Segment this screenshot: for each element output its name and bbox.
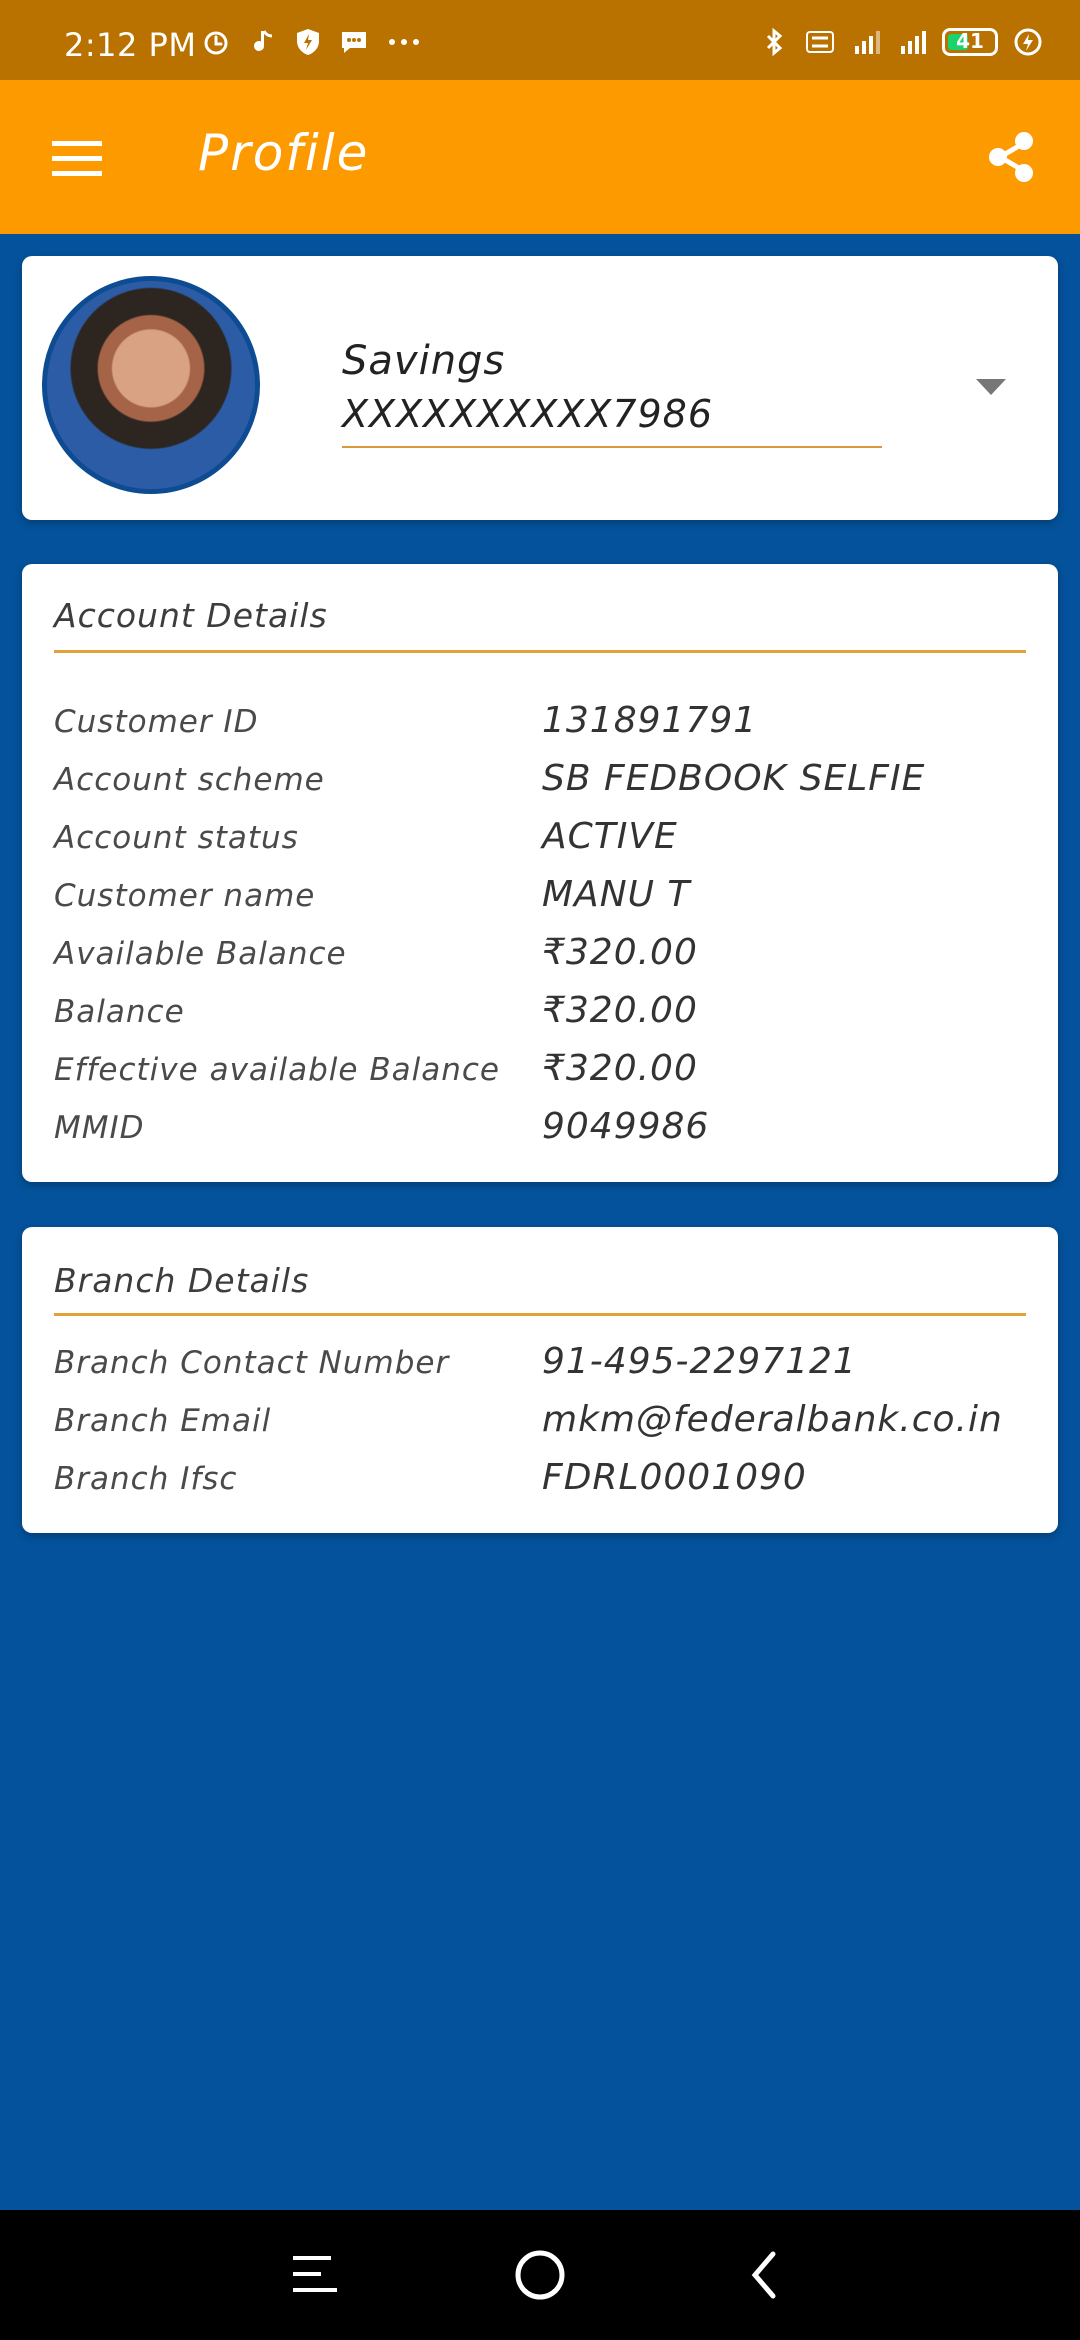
dropdown-arrow-icon — [976, 379, 1006, 395]
app-bar: Profile — [0, 80, 1080, 234]
branch-details-divider — [54, 1313, 1026, 1316]
detail-row-customer-name: Customer name MANU T — [54, 874, 1026, 936]
music-icon — [254, 30, 273, 51]
branch-contact-label: Branch Contact Number — [54, 1345, 450, 1381]
share-icon — [989, 132, 1033, 182]
status-bar: 2:12 PM 41 — [0, 0, 1080, 80]
branch-email-value[interactable]: mkm@federalbank.co.in — [542, 1399, 1003, 1440]
account-number-value[interactable]: XXXXXXXXXX7986 — [342, 392, 713, 436]
battery-text: 41 — [956, 29, 984, 53]
customer-name-label: Customer name — [54, 878, 316, 914]
branch-details-card: Branch Details Branch Contact Number 91-… — [22, 1227, 1058, 1533]
effective-balance-value: ₹320.00 — [542, 1048, 698, 1089]
navigation-bar — [0, 2210, 1080, 2340]
detail-row-customer-id: Customer ID 131891791 — [54, 700, 1026, 762]
branch-ifsc-value: FDRL0001090 — [542, 1457, 807, 1498]
charging-icon — [1014, 28, 1042, 56]
branch-email-label: Branch Email — [54, 1403, 272, 1439]
branch-ifsc-label: Branch Ifsc — [54, 1461, 238, 1497]
shield-icon — [297, 29, 319, 55]
share-button[interactable] — [980, 122, 1044, 192]
status-time: 2:12 PM — [64, 26, 197, 64]
available-balance-value: ₹320.00 — [542, 932, 698, 973]
detail-row-branch-ifsc: Branch Ifsc FDRL0001090 — [54, 1457, 1026, 1519]
profile-card: Savings XXXXXXXXXX7986 — [22, 256, 1058, 520]
detail-row-account-status: Account status ACTIVE — [54, 816, 1026, 878]
account-status-value: ACTIVE — [542, 816, 678, 857]
effective-balance-label: Effective available Balance — [54, 1052, 500, 1088]
back-icon — [751, 2251, 776, 2299]
home-button[interactable] — [503, 2238, 577, 2312]
menu-button[interactable] — [40, 124, 114, 194]
back-button[interactable] — [728, 2238, 802, 2312]
hamburger-menu-icon — [52, 141, 102, 176]
avatar — [42, 276, 260, 494]
account-details-divider — [54, 650, 1026, 653]
account-details-title: Account Details — [54, 596, 328, 635]
page-title: Profile — [198, 124, 370, 182]
recent-apps-button[interactable] — [278, 2238, 352, 2312]
volte-icon — [806, 31, 834, 53]
mmid-label: MMID — [54, 1110, 145, 1146]
customer-id-label: Customer ID — [54, 704, 259, 740]
account-status-label: Account status — [54, 820, 299, 856]
signal-icon — [901, 31, 926, 54]
account-underline — [342, 446, 882, 448]
recent-apps-icon — [293, 2256, 337, 2292]
account-scheme-label: Account scheme — [54, 762, 325, 798]
branch-contact-value[interactable]: 91-495-2297121 — [542, 1341, 857, 1382]
mmid-value: 9049986 — [542, 1106, 710, 1147]
detail-row-account-scheme: Account scheme SB FEDBOOK SELFIE — [54, 758, 1026, 820]
account-scheme-value: SB FEDBOOK SELFIE — [542, 758, 926, 799]
detail-row-effective-balance: Effective available Balance ₹320.00 — [54, 1048, 1026, 1110]
detail-row-branch-email: Branch Email mkm@federalbank.co.in — [54, 1399, 1026, 1461]
home-circle-icon — [515, 2250, 565, 2300]
bluetooth-icon — [766, 27, 783, 57]
account-details-card: Account Details Customer ID 131891791 Ac… — [22, 564, 1058, 1182]
balance-label: Balance — [54, 994, 185, 1030]
account-dropdown-button[interactable] — [972, 372, 1010, 402]
detail-row-balance: Balance ₹320.00 — [54, 990, 1026, 1052]
available-balance-label: Available Balance — [54, 936, 347, 972]
message-icon — [342, 32, 366, 53]
more-dots-icon — [389, 39, 419, 45]
detail-row-branch-contact: Branch Contact Number 91-495-2297121 — [54, 1341, 1026, 1403]
status-icons-right: 41 — [758, 26, 1044, 58]
battery-icon: 41 — [942, 28, 998, 56]
customer-id-value: 131891791 — [542, 700, 758, 741]
alarm-icon — [204, 31, 228, 55]
branch-details-title: Branch Details — [54, 1261, 310, 1300]
account-type-label: Savings — [342, 338, 506, 384]
detail-row-available-balance: Available Balance ₹320.00 — [54, 932, 1026, 994]
balance-value: ₹320.00 — [542, 990, 698, 1031]
signal-icon — [855, 31, 880, 54]
status-icons-left — [200, 26, 424, 58]
customer-name-value: MANU T — [542, 874, 691, 915]
detail-row-mmid: MMID 9049986 — [54, 1106, 1026, 1168]
